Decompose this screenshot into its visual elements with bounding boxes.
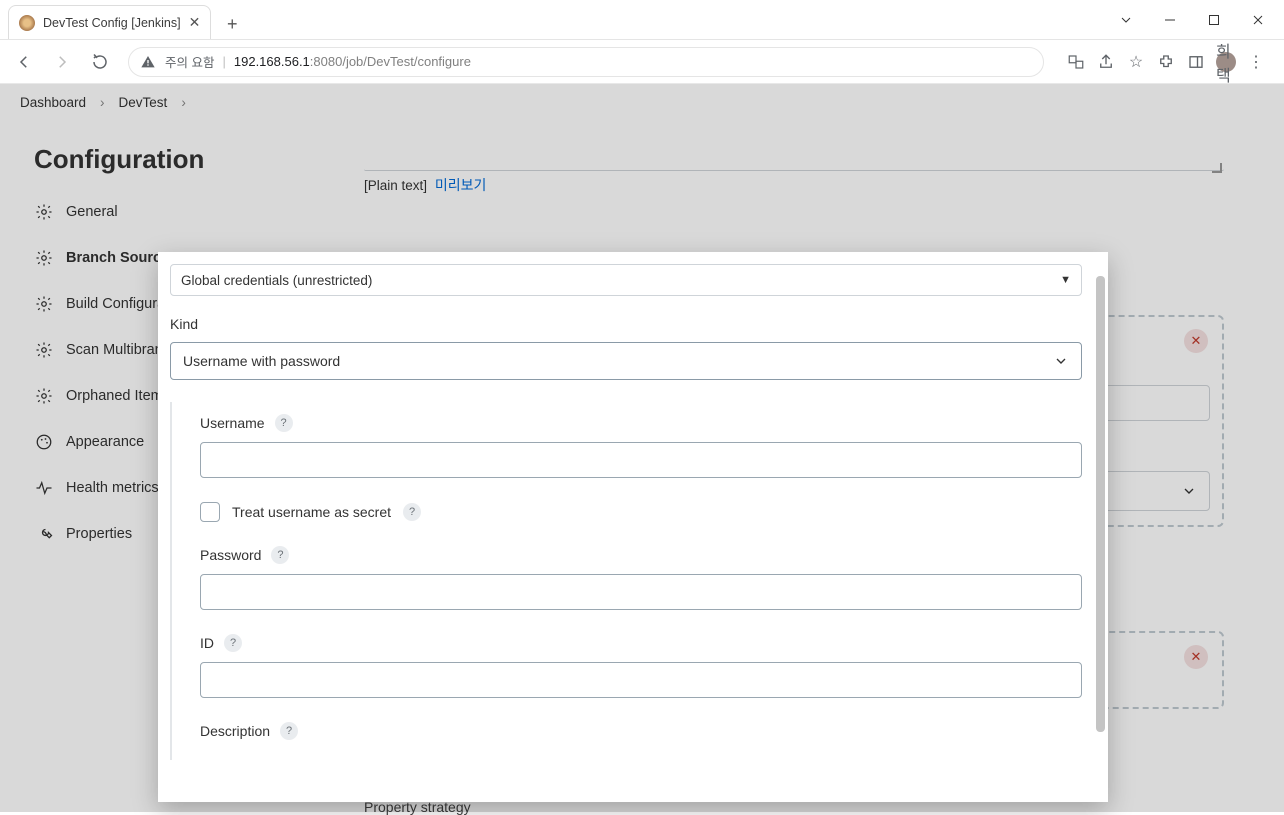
browser-urlbar: 주의 요함 | 192.168.56.1:8080/job/DevTest/co… xyxy=(0,40,1284,84)
help-icon[interactable]: ? xyxy=(280,722,298,740)
url-text: 192.168.56.1:8080/job/DevTest/configure xyxy=(234,54,471,69)
not-secure-label: 주의 요함 xyxy=(165,52,214,71)
warning-icon xyxy=(139,53,157,71)
minimize-button[interactable] xyxy=(1148,5,1192,35)
close-window-button[interactable] xyxy=(1236,5,1280,35)
chevron-down-icon xyxy=(1053,353,1069,369)
scrollbar-thumb[interactable] xyxy=(1096,276,1105,732)
description-label: Description xyxy=(200,723,270,739)
browser-menu-button[interactable]: ⋮ xyxy=(1246,52,1266,72)
username-label: Username xyxy=(200,415,265,431)
forward-button[interactable] xyxy=(46,46,78,78)
back-button[interactable] xyxy=(8,46,40,78)
password-label: Password xyxy=(200,547,261,563)
new-tab-button[interactable]: + xyxy=(217,9,247,39)
credentials-fields: Username ? Treat username as secret ? Pa… xyxy=(170,402,1082,760)
url-field[interactable]: 주의 요함 | 192.168.56.1:8080/job/DevTest/co… xyxy=(128,47,1044,77)
kind-label: Kind xyxy=(170,316,1082,332)
chevron-down-icon: ▼ xyxy=(1060,274,1071,286)
separator: | xyxy=(222,54,225,69)
treat-secret-checkbox[interactable] xyxy=(200,502,220,522)
close-tab-icon[interactable]: ✕ xyxy=(189,14,201,31)
maximize-button[interactable] xyxy=(1192,5,1236,35)
treat-as-secret-row: Treat username as secret ? xyxy=(200,502,1082,522)
help-icon[interactable]: ? xyxy=(271,546,289,564)
chevron-down-icon[interactable] xyxy=(1104,5,1148,35)
reload-button[interactable] xyxy=(84,46,116,78)
help-icon[interactable]: ? xyxy=(224,634,242,652)
username-input[interactable] xyxy=(200,442,1082,478)
favicon-icon xyxy=(19,15,35,31)
profile-avatar[interactable]: 희택 xyxy=(1216,52,1236,72)
window-controls xyxy=(1104,0,1280,40)
tab-title: DevTest Config [Jenkins] xyxy=(43,16,181,30)
password-input[interactable] xyxy=(200,574,1082,610)
bookmark-star-icon[interactable]: ☆ xyxy=(1126,52,1146,72)
page: Dashboard › DevTest › Configuration Gene… xyxy=(0,84,1284,812)
modal-scrollbar[interactable] xyxy=(1096,252,1105,802)
help-icon[interactable]: ? xyxy=(403,503,421,521)
id-label: ID xyxy=(200,635,214,651)
browser-tab[interactable]: DevTest Config [Jenkins] ✕ xyxy=(8,5,211,39)
browser-titlebar: DevTest Config [Jenkins] ✕ + xyxy=(0,0,1284,40)
add-credentials-modal: Global credentials (unrestricted) ▼ Kind… xyxy=(158,252,1108,802)
extensions-icon[interactable] xyxy=(1156,52,1176,72)
id-input[interactable] xyxy=(200,662,1082,698)
kind-select-value: Username with password xyxy=(183,353,340,369)
help-icon[interactable]: ? xyxy=(275,414,293,432)
translate-icon[interactable] xyxy=(1066,52,1086,72)
kind-select[interactable]: Username with password xyxy=(170,342,1082,380)
treat-secret-label: Treat username as secret xyxy=(232,504,391,520)
extension-icons: ☆ 희택 ⋮ xyxy=(1056,52,1276,72)
sidepanel-icon[interactable] xyxy=(1186,52,1206,72)
share-icon[interactable] xyxy=(1096,52,1116,72)
domain-select[interactable]: Global credentials (unrestricted) ▼ xyxy=(170,264,1082,296)
domain-select-value: Global credentials (unrestricted) xyxy=(181,273,372,288)
